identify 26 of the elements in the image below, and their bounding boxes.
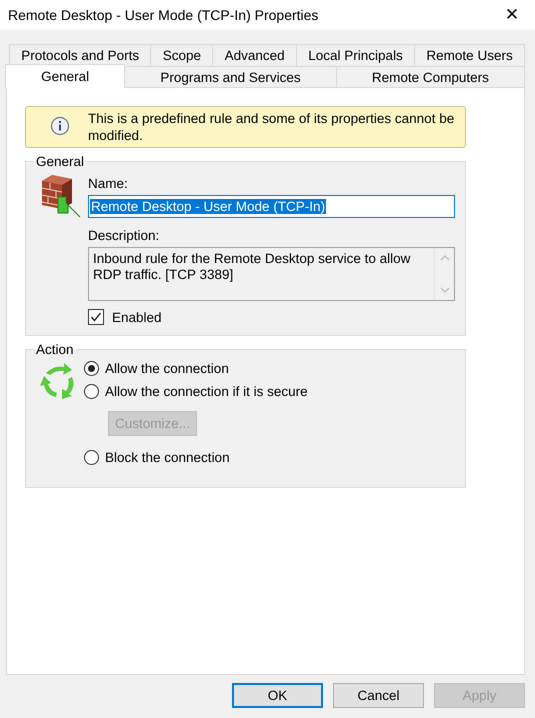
tab[interactable]: Remote Users bbox=[414, 44, 526, 66]
radio-label: Block the connection bbox=[105, 450, 230, 465]
window-title: Remote Desktop - User Mode (TCP-In) Properties bbox=[8, 7, 318, 23]
radio-label: Allow the connection if it is secure bbox=[105, 384, 308, 399]
dialog-button[interactable]: Cancel bbox=[333, 683, 424, 708]
dialog-button[interactable]: OK bbox=[232, 683, 323, 708]
tab[interactable]: Remote Computers bbox=[336, 66, 525, 88]
tab[interactable]: General bbox=[5, 64, 126, 88]
radio-button[interactable] bbox=[84, 450, 99, 465]
radio-button[interactable] bbox=[84, 361, 99, 376]
name-label: Name: bbox=[88, 176, 129, 191]
tab[interactable]: Local Principals bbox=[296, 44, 416, 66]
group-legend: General bbox=[34, 154, 86, 169]
name-field[interactable]: Remote Desktop - User Mode (TCP-In) bbox=[88, 195, 455, 218]
close-button[interactable]: ✕ bbox=[489, 0, 535, 30]
checkbox[interactable] bbox=[88, 309, 104, 325]
tab[interactable]: Protocols and Ports bbox=[9, 44, 152, 66]
tab[interactable]: Scope bbox=[150, 44, 214, 66]
enabled-label: Enabled bbox=[112, 310, 162, 324]
description-label: Description: bbox=[88, 228, 160, 243]
radio-button[interactable] bbox=[84, 384, 99, 399]
radio-label: Allow the connection bbox=[105, 361, 229, 376]
info-icon bbox=[50, 116, 70, 136]
info-text: This is a predefined rule and some of its properties cannot be modified. bbox=[88, 110, 455, 144]
tab[interactable]: Programs and Services bbox=[124, 66, 337, 88]
group-legend: Action bbox=[34, 342, 76, 357]
